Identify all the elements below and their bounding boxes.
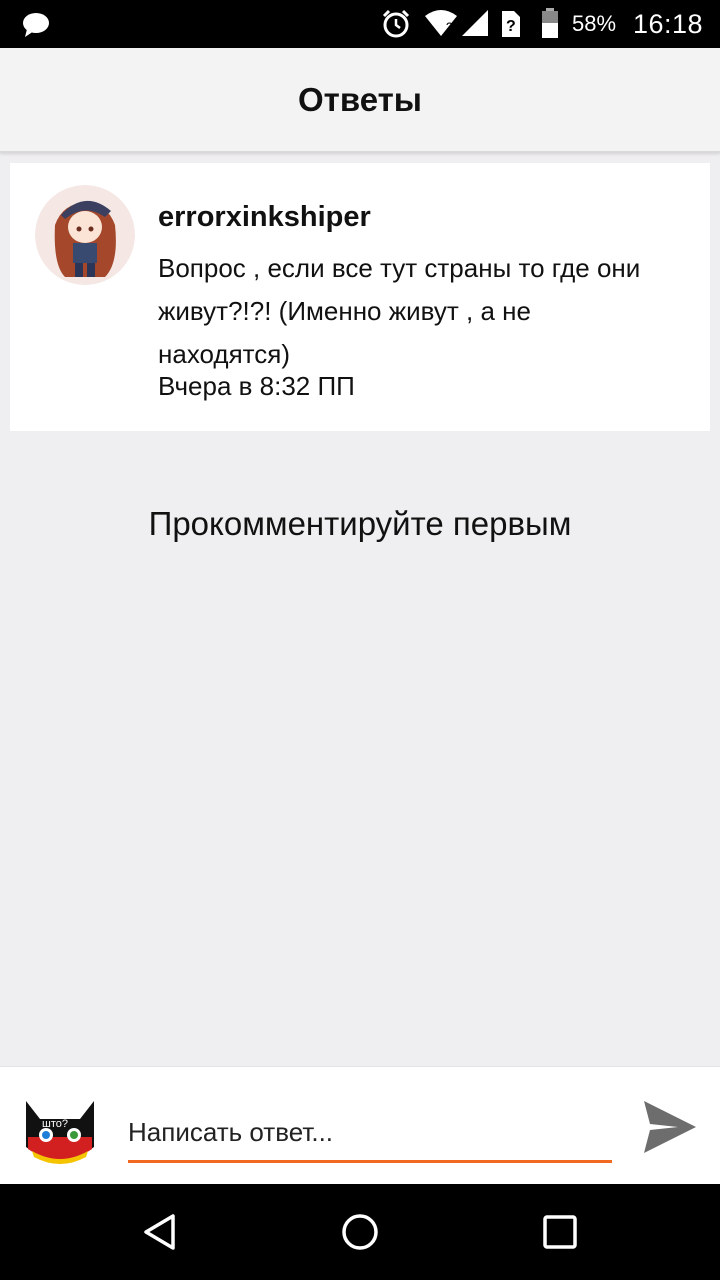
my-avatar: што?	[22, 1097, 98, 1167]
svg-text:?: ?	[506, 18, 516, 35]
empty-comments-message: Прокомментируйте первым	[148, 505, 572, 542]
recents-icon[interactable]	[540, 1212, 580, 1252]
reply-input[interactable]	[128, 1105, 612, 1163]
status-bar: ? ? 58% 16:18	[0, 0, 720, 48]
clock: 16:18	[633, 8, 704, 39]
system-nav-bar	[0, 1184, 720, 1280]
post-username[interactable]: errorxinkshiper	[158, 201, 371, 234]
page-title: Ответы	[298, 80, 422, 118]
post-text: Вопрос , если все тут страны то где они …	[158, 253, 641, 369]
battery-percent: 58%	[572, 11, 617, 36]
chat-icon	[23, 13, 49, 37]
signal-icon	[462, 10, 488, 36]
home-icon[interactable]	[340, 1212, 380, 1252]
wifi-icon: ?	[425, 10, 457, 36]
reply-bar: што?	[0, 1066, 720, 1185]
alarm-icon	[382, 9, 410, 38]
back-icon[interactable]	[140, 1212, 180, 1252]
app-header: Ответы	[0, 48, 720, 153]
sim-unknown-icon: ?	[502, 11, 520, 37]
avatar-caption: што?	[42, 1118, 68, 1130]
user-avatar[interactable]	[35, 185, 135, 285]
send-icon[interactable]	[640, 1097, 698, 1157]
svg-text:?: ?	[446, 20, 453, 34]
post-timestamp: Вчера в 8:32 ПП	[158, 371, 355, 401]
battery-icon	[542, 8, 558, 38]
post-card[interactable]: errorxinkshiper Вопрос , если все тут ст…	[10, 163, 710, 431]
